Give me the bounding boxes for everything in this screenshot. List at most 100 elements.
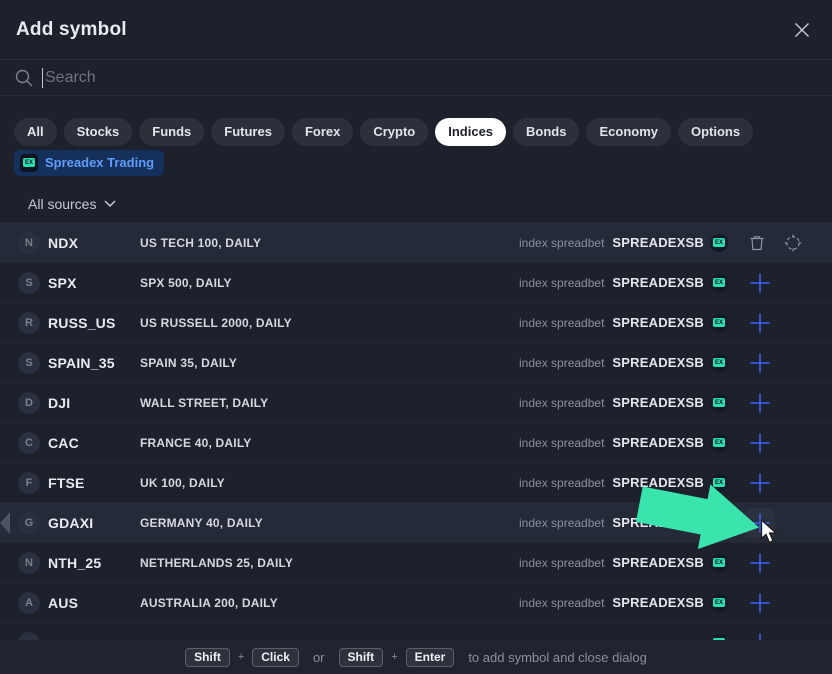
dialog-footer: Shift + Click or Shift + Enter to add sy… [0,640,832,674]
plus-icon [749,512,771,534]
symbol-type: index spreadbet [519,516,604,530]
tab-forex[interactable]: Forex [292,118,353,146]
sources-dropdown[interactable]: All sources [28,192,116,216]
add-symbol-button[interactable] [745,308,775,338]
symbol-name: CAC [48,435,140,451]
symbol-row[interactable]: EX [0,622,832,640]
add-symbol-button[interactable] [745,348,775,378]
add-symbol-button[interactable] [745,388,775,418]
symbol-name: SPAIN_35 [48,355,140,371]
tab-futures[interactable]: Futures [211,118,285,146]
symbol-avatar [18,632,40,641]
symbol-row[interactable]: R RUSS_US US RUSSELL 2000, DAILY index s… [0,302,832,342]
symbol-row[interactable]: S SPX SPX 500, DAILY index spreadbet SPR… [0,262,832,302]
symbol-name: NDX [48,235,140,251]
symbol-avatar: S [18,352,40,374]
symbol-name: DJI [48,395,140,411]
tab-bonds[interactable]: Bonds [513,118,579,146]
symbol-description: AUSTRALIA 200, DAILY [140,596,519,610]
close-button[interactable] [788,16,816,44]
symbol-name: FTSE [48,475,140,491]
trash-icon [748,234,766,252]
symbol-description: UK 100, DAILY [140,476,519,490]
symbol-type: index spreadbet [519,236,604,250]
tab-stocks[interactable]: Stocks [64,118,133,146]
search-bar [0,60,832,96]
spreadex-provider-icon: EX [710,274,728,292]
add-symbol-button[interactable] [745,548,775,578]
symbol-row[interactable]: G GDAXI GERMANY 40, DAILY index spreadbe… [0,502,832,542]
symbol-avatar: A [18,592,40,614]
symbol-row[interactable]: D DJI WALL STREET, DAILY index spreadbet… [0,382,832,422]
symbol-description: SPX 500, DAILY [140,276,519,290]
symbol-type: index spreadbet [519,556,604,570]
tab-options[interactable]: Options [678,118,753,146]
shift-key-badge: Shift [339,648,384,667]
broker-chip-label: Spreadex Trading [45,155,154,170]
symbol-row[interactable]: S SPAIN_35 SPAIN 35, DAILY index spreadb… [0,342,832,382]
symbol-provider: SPREADEXSB [612,555,704,570]
tab-economy[interactable]: Economy [586,118,671,146]
tab-funds[interactable]: Funds [139,118,204,146]
symbol-description: US TECH 100, DAILY [140,236,519,250]
symbol-name: NTH_25 [48,555,140,571]
symbol-avatar-letter: S [25,357,32,369]
click-key-badge: Click [252,648,299,667]
spreadex-logo-icon: EX [20,154,38,172]
spreadex-provider-icon: EX [710,234,728,252]
dialog-header: Add symbol [0,0,832,60]
symbol-row[interactable]: F FTSE UK 100, DAILY index spreadbet SPR… [0,462,832,502]
symbol-type: index spreadbet [519,596,604,610]
symbol-type: index spreadbet [519,476,604,490]
tab-all[interactable]: All [14,118,57,146]
symbol-provider: SPREADEXSB [612,475,704,490]
plus-icon [749,272,771,294]
symbol-row[interactable]: A AUS AUSTRALIA 200, DAILY index spreadb… [0,582,832,622]
filter-section: AllStocksFundsFuturesForexCryptoIndicesB… [0,96,832,216]
symbol-row[interactable]: N NDX US TECH 100, DAILY index spreadbet… [0,222,832,262]
plus-icon [749,552,771,574]
add-symbol-button[interactable] [745,468,775,498]
symbol-description: SPAIN 35, DAILY [140,356,519,370]
add-symbol-button[interactable] [745,268,775,298]
plus-icon [749,432,771,454]
symbol-list: N NDX US TECH 100, DAILY index spreadbet… [0,222,832,640]
tab-crypto[interactable]: Crypto [360,118,428,146]
add-symbol-button[interactable] [745,508,775,538]
symbol-avatar: G [18,512,40,534]
symbol-avatar: N [18,552,40,574]
symbol-type: index spreadbet [519,316,604,330]
broker-filter-chip[interactable]: EX Spreadex Trading [14,150,164,176]
shift-key-badge: Shift [185,648,230,667]
symbol-row[interactable]: C CAC FRANCE 40, DAILY index spreadbet S… [0,422,832,462]
symbol-avatar-letter: G [25,517,34,529]
symbol-avatar: R [18,312,40,334]
category-tabs: AllStocksFundsFuturesForexCryptoIndicesB… [14,118,818,146]
symbol-avatar-letter: N [25,237,33,249]
add-symbol-button[interactable] [745,428,775,458]
symbol-row[interactable]: N NTH_25 NETHERLANDS 25, DAILY index spr… [0,542,832,582]
tab-indices[interactable]: Indices [435,118,506,146]
plus-icon [749,352,771,374]
symbol-avatar: D [18,392,40,414]
add-symbol-dialog: Add symbol AllStocksFundsFuturesForexCry… [0,0,832,674]
add-symbol-button[interactable] [745,628,775,641]
footer-hint-text: to add symbol and close dialog [468,650,647,665]
remove-symbol-button[interactable] [748,234,766,252]
symbol-provider: SPREADEXSB [612,355,704,370]
close-icon [792,20,812,40]
symbol-name: AUS [48,595,140,611]
search-input[interactable] [45,69,818,87]
dialog-title: Add symbol [16,19,127,41]
highlight-on-chart-button[interactable] [784,234,802,252]
add-symbol-button[interactable] [745,588,775,618]
spreadex-provider-icon: EX [710,594,728,612]
spreadex-provider-icon: EX [710,314,728,332]
spreadex-provider-icon: EX [710,394,728,412]
symbol-avatar-letter: A [25,597,33,609]
symbol-avatar-letter: S [25,277,32,289]
symbol-description: NETHERLANDS 25, DAILY [140,556,519,570]
symbol-name: RUSS_US [48,315,140,331]
symbol-avatar-letter: F [26,477,33,489]
symbol-avatar: S [18,272,40,294]
